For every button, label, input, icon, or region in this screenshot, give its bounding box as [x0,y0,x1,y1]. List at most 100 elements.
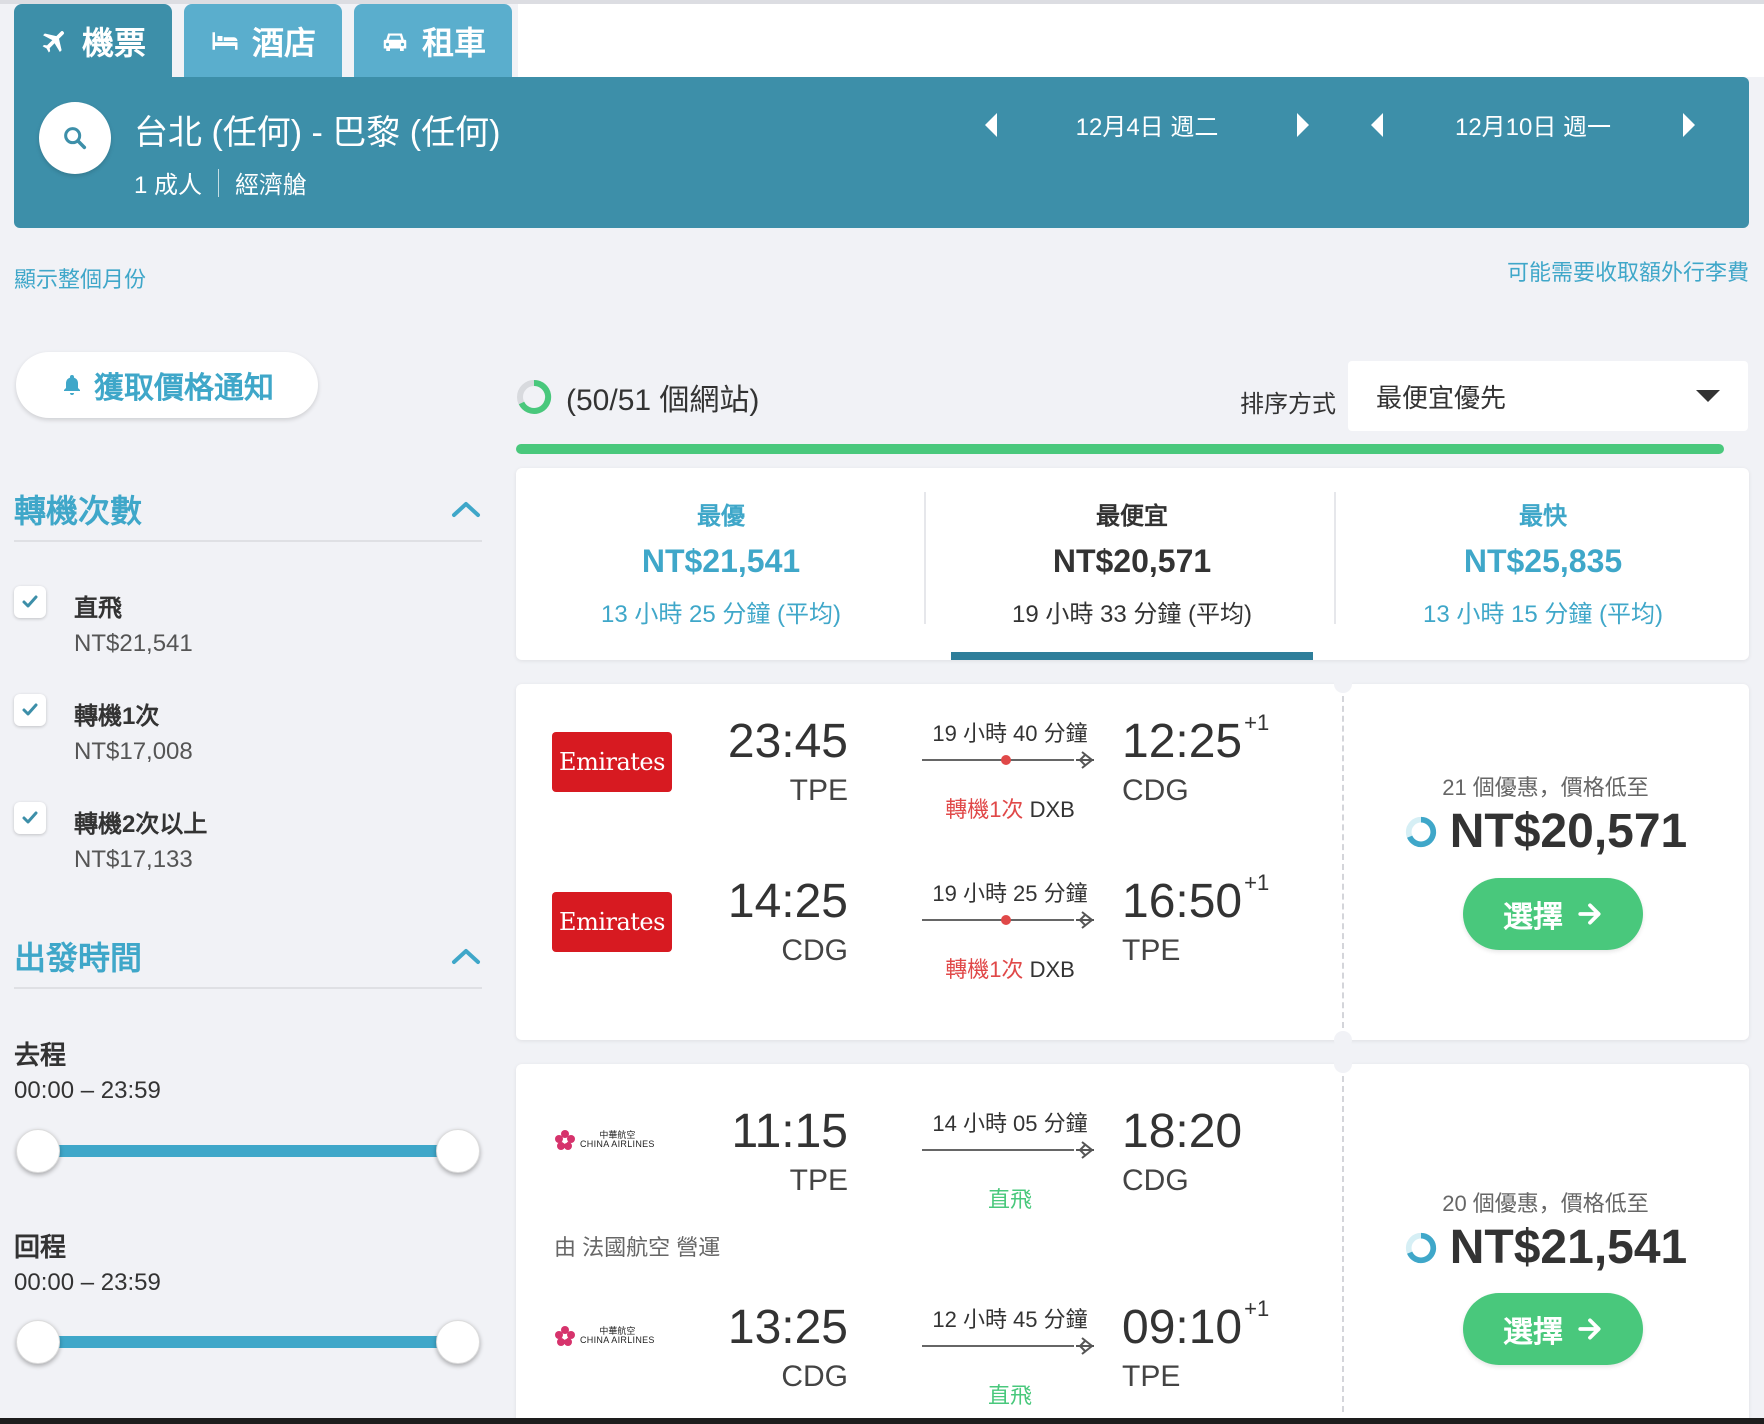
departure-airport: CDG [781,1360,848,1393]
summary-best[interactable]: 最優 NT$21,541 13 小時 25 分鐘 (平均) [516,468,926,660]
route-line-direct [922,1141,1094,1159]
airline-logo: Emirates [552,732,672,792]
outbound-slider-min-handle[interactable] [16,1129,60,1173]
stops-two-plus-label[interactable]: 轉機2次以上 [74,804,207,839]
stops-info: 直飛 [920,1182,1100,1214]
card-divider [1342,696,1344,1028]
tabs-background [518,4,1764,77]
stops-count: 轉機1次 [945,957,1024,982]
price-value: NT$20,571 [1449,805,1688,858]
arrival-airport: TPE [1122,934,1181,967]
day-offset: +1 [1244,710,1270,735]
summary-title: 最優 [697,503,745,530]
return-slider-track[interactable] [36,1336,456,1348]
plane-icon [42,30,64,52]
bell-icon [64,375,80,395]
loading-spinner-icon [1405,816,1436,847]
next-date-icon[interactable] [1297,112,1309,137]
show-month-link[interactable]: 顯示整個月份 [14,262,146,294]
stops-filter-header[interactable]: 轉機次數 [14,486,482,532]
price-alert-button[interactable]: 獲取價格通知 [16,352,318,418]
summary-price: NT$20,571 [1052,543,1212,579]
sort-value: 最便宜優先 [1376,382,1507,413]
bed-icon [212,31,238,50]
chevron-up-icon[interactable] [450,946,482,966]
return-range: 00:00 – 23:59 [14,1269,161,1296]
divider [1334,492,1336,624]
route-line-with-stop [922,911,1094,929]
summary-duration: 13 小時 15 分鐘 (平均) [1422,601,1664,628]
deal-price: NT$20,571 [1342,804,1749,859]
result-card[interactable]: Emirates 23:45 TPE 19 小時 40 分鐘 轉機1次 DXB … [516,675,1749,1049]
passenger-cabin[interactable]: 1 成人 經濟艙 [134,165,307,200]
outbound-slider-track[interactable] [36,1145,456,1157]
stops-one-checkbox[interactable] [14,694,46,726]
card-notch [1334,675,1352,693]
arrival-time: 18:20 [1122,1105,1243,1158]
stops-info: 轉機1次 DXB [920,952,1100,984]
result-card[interactable]: 中華航空 CHINA AIRLINES 11:15 TPE 14 小時 05 分鐘… [516,1055,1749,1424]
prev-date-icon[interactable] [985,112,997,137]
day-offset: +1 [1244,1296,1270,1321]
card-notch [1334,1031,1352,1049]
check-icon [22,811,38,824]
card-notch [1334,1055,1352,1073]
summary-title: 最快 [1519,503,1567,530]
caret-down-icon [1696,390,1720,402]
divider [14,540,482,542]
summary-tabs: 最優 NT$21,541 13 小時 25 分鐘 (平均) 最便宜 NT$20,… [516,468,1749,660]
deal-count-text: 21 個優惠，價格低至 [1442,775,1649,800]
chevron-up-icon[interactable] [450,499,482,519]
window-bottom-edge [0,1418,1764,1424]
departure-time-filter-header[interactable]: 出發時間 [14,933,482,979]
outbound-label: 去程 [14,1040,67,1070]
route-text[interactable]: 台北 (任何) - 巴黎 (任何) [134,105,500,154]
departure-time-filter-title: 出發時間 [14,940,143,976]
departure-airport: TPE [789,1164,848,1197]
depart-date[interactable]: 12月4日 週二 [997,107,1297,142]
arrival-time: 12:25+1 [1122,710,1270,768]
duration: 19 小時 40 分鐘 [932,721,1088,746]
tab-cars[interactable]: 租車 [354,4,512,77]
stops-direct-checkbox[interactable] [14,586,46,618]
baggage-fee-link[interactable]: 可能需要收取額外行李費 [1507,255,1749,287]
progress-text: (50/51 個網站) [566,384,760,417]
tab-label: 酒店 [251,24,316,61]
departure-time: 11:15 [731,1105,848,1158]
select-button[interactable]: 選擇 [1463,1293,1643,1365]
return-slider-min-handle[interactable] [16,1320,60,1364]
operated-by: 由 法國航空 營運 [554,1235,721,1260]
select-button[interactable]: 選擇 [1463,878,1643,950]
search-button[interactable] [39,102,111,174]
arrival-airport: CDG [1122,1164,1189,1197]
duration: 19 小時 25 分鐘 [932,881,1088,906]
summary-title: 最便宜 [1096,503,1168,530]
separator [218,168,220,197]
return-slider-max-handle[interactable] [436,1320,480,1364]
stops-two-plus-checkbox[interactable] [14,802,46,834]
stops-one-label[interactable]: 轉機1次 [74,696,159,731]
search-progress: (50/51 個網站) [516,375,759,419]
tab-label: 機票 [81,24,146,61]
search-summary-bar[interactable]: 台北 (任何) - 巴黎 (任何) 1 成人 經濟艙 12月4日 週二 12月1… [14,77,1749,228]
progress-bar [516,444,1724,454]
prev-date-icon[interactable] [1371,112,1383,137]
departure-airport: TPE [789,774,848,807]
stops-one-price: NT$17,008 [74,738,193,765]
deal-count-text: 20 個優惠，價格低至 [1442,1191,1649,1216]
return-date[interactable]: 12月10日 週一 [1383,107,1683,142]
arrival-time: 16:50+1 [1122,870,1270,928]
sort-select[interactable]: 最便宜優先 [1348,361,1748,431]
airline-logo: 中華航空 CHINA AIRLINES [554,1316,672,1356]
plum-blossom-icon [555,1326,575,1346]
sort-label: 排序方式 [1240,391,1336,418]
stops-direct-label[interactable]: 直飛 [74,588,122,623]
outbound-slider-max-handle[interactable] [436,1129,480,1173]
tab-hotels[interactable]: 酒店 [184,4,342,77]
summary-fastest[interactable]: 最快 NT$25,835 13 小時 15 分鐘 (平均) [1338,468,1748,660]
stop-airport: DXB [1029,957,1075,982]
tab-flights[interactable]: 機票 [14,4,172,77]
airline-name: CHINA AIRLINES [580,1139,655,1149]
summary-cheapest[interactable]: 最便宜 NT$20,571 19 小時 33 分鐘 (平均) [927,468,1337,660]
next-date-icon[interactable] [1683,112,1695,137]
